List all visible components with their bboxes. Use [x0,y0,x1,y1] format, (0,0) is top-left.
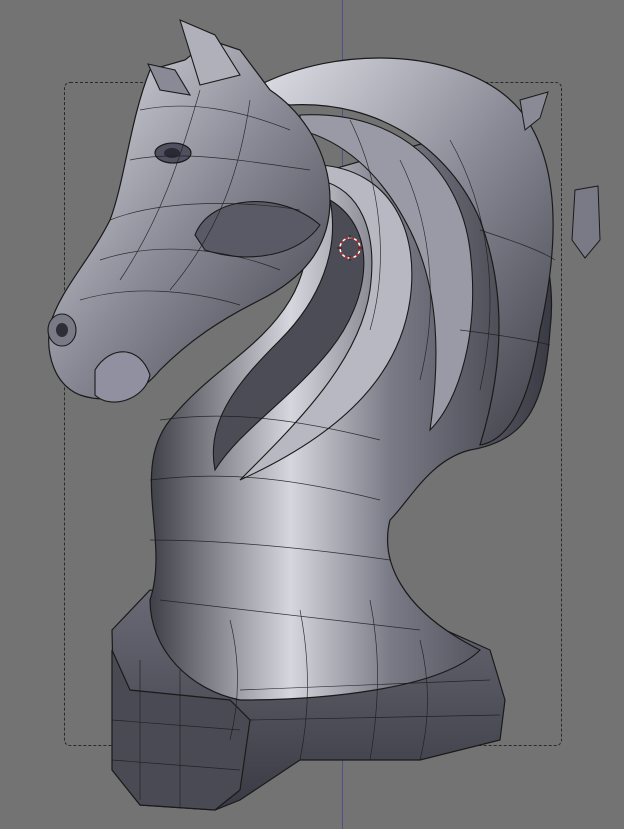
horse-head-mesh-icon[interactable] [0,0,624,829]
3d-viewport[interactable] [0,0,624,829]
